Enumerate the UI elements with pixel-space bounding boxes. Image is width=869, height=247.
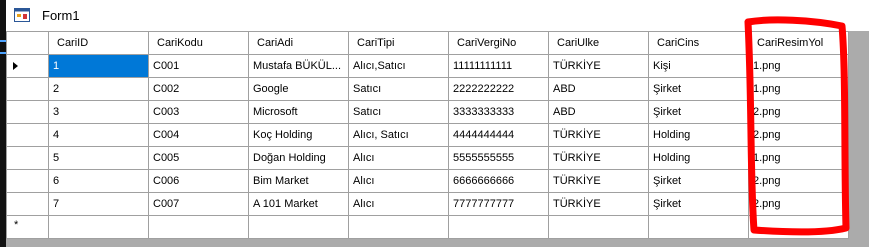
title-bar[interactable]: Form1 — [6, 0, 869, 31]
cell-cariadi[interactable]: Microsoft — [248, 100, 349, 124]
row-header[interactable] — [6, 100, 49, 124]
cell-carikodu[interactable]: C001 — [148, 54, 249, 78]
column-header-cariulke[interactable]: CariUlke — [548, 31, 649, 55]
new-row-cell-cariid[interactable] — [48, 215, 149, 239]
cell-cariulke[interactable]: TÜRKİYE — [548, 123, 649, 147]
row-header[interactable] — [6, 192, 49, 216]
current-row-arrow-icon — [13, 62, 18, 70]
row-header[interactable] — [6, 146, 49, 170]
cell-caricins[interactable]: Holding — [648, 146, 749, 170]
cell-cariid[interactable]: 6 — [48, 169, 149, 193]
cell-carikodu[interactable]: C006 — [148, 169, 249, 193]
cell-carikodu[interactable]: C002 — [148, 77, 249, 101]
new-row-cell-carikodu[interactable] — [148, 215, 249, 239]
window-title: Form1 — [42, 8, 80, 23]
cell-caritipi[interactable]: Alıcı — [348, 192, 449, 216]
cell-carivergino[interactable]: 11111111111 — [448, 54, 549, 78]
cell-caricins[interactable]: Holding — [648, 123, 749, 147]
cell-caricins[interactable]: Kişi — [648, 54, 749, 78]
red-highlight-annotation — [744, 16, 850, 236]
cell-cariulke[interactable]: TÜRKİYE — [548, 54, 649, 78]
cell-cariadi[interactable]: A 101 Market — [248, 192, 349, 216]
column-header-cariadi[interactable]: CariAdi — [248, 31, 349, 55]
data-grid[interactable]: CariID CariKodu CariAdi CariTipi CariVergiNo… — [6, 31, 855, 239]
cell-carivergino[interactable]: 6666666666 — [448, 169, 549, 193]
table-row[interactable]: 4 C004 Koç Holding Alıcı, Satıcı 4444444444 T… — [6, 123, 849, 147]
table-row[interactable]: 6 C006 Bim Market Alıcı 6666666666 TÜRKİYE Şir… — [6, 169, 849, 193]
row-header[interactable] — [6, 77, 49, 101]
cell-cariid[interactable]: 1 — [48, 54, 149, 78]
cell-caritipi[interactable]: Alıcı — [348, 169, 449, 193]
cari-table: CariID CariKodu CariAdi CariTipi CariVergiNo… — [6, 31, 849, 239]
row-header[interactable] — [6, 54, 49, 78]
cell-caritipi[interactable]: Alıcı, Satıcı — [348, 123, 449, 147]
column-header-caritipi[interactable]: CariTipi — [348, 31, 449, 55]
table-row[interactable]: 2 C002 Google Satıcı 2222222222 ABD Şirket 1.pn… — [6, 77, 849, 101]
new-row-cell-caritipi[interactable] — [348, 215, 449, 239]
form-app-icon — [14, 8, 30, 22]
cell-caritipi[interactable]: Alıcı,Satıcı — [348, 54, 449, 78]
cell-cariulke[interactable]: TÜRKİYE — [548, 146, 649, 170]
new-row[interactable]: * — [6, 215, 849, 239]
cell-carikodu[interactable]: C003 — [148, 100, 249, 124]
cell-cariulke[interactable]: ABD — [548, 77, 649, 101]
cell-carikodu[interactable]: C007 — [148, 192, 249, 216]
new-row-star-icon: * — [14, 219, 19, 231]
cell-carivergino[interactable]: 4444444444 — [448, 123, 549, 147]
column-header-cariid[interactable]: CariID — [48, 31, 149, 55]
cell-caritipi[interactable]: Alıcı — [348, 146, 449, 170]
cell-cariadi[interactable]: Mustafa BÜKÜL... — [248, 54, 349, 78]
new-row-header[interactable]: * — [6, 215, 49, 239]
table-row[interactable]: 1 C001 Mustafa BÜKÜL... Alıcı,Satıcı 1111111… — [6, 54, 849, 78]
cell-cariid[interactable]: 2 — [48, 77, 149, 101]
cell-caritipi[interactable]: Satıcı — [348, 100, 449, 124]
row-header[interactable] — [6, 169, 49, 193]
cell-cariadi[interactable]: Koç Holding — [248, 123, 349, 147]
cell-carikodu[interactable]: C005 — [148, 146, 249, 170]
cell-cariid[interactable]: 5 — [48, 146, 149, 170]
new-row-cell-caricins[interactable] — [648, 215, 749, 239]
cell-caricins[interactable]: Şirket — [648, 100, 749, 124]
table-row[interactable]: 7 C007 A 101 Market Alıcı 7777777777 TÜRKİYE Ş… — [6, 192, 849, 216]
cell-carivergino[interactable]: 2222222222 — [448, 77, 549, 101]
header-row: CariID CariKodu CariAdi CariTipi CariVergiNo… — [6, 31, 849, 55]
cell-cariid[interactable]: 3 — [48, 100, 149, 124]
cell-carivergino[interactable]: 3333333333 — [448, 100, 549, 124]
new-row-cell-cariadi[interactable] — [248, 215, 349, 239]
form-window: Form1 CariID CariKodu CariAdi CariTipi CariV… — [0, 0, 869, 247]
cell-cariid[interactable]: 4 — [48, 123, 149, 147]
new-row-cell-carivergino[interactable] — [448, 215, 549, 239]
cell-caricins[interactable]: Şirket — [648, 169, 749, 193]
cell-cariid[interactable]: 7 — [48, 192, 149, 216]
cell-caricins[interactable]: Şirket — [648, 192, 749, 216]
column-header-caricins[interactable]: CariCins — [648, 31, 749, 55]
new-row-cell-cariulke[interactable] — [548, 215, 649, 239]
cell-caritipi[interactable]: Satıcı — [348, 77, 449, 101]
top-left-header-cell[interactable] — [6, 31, 49, 55]
column-header-carikodu[interactable]: CariKodu — [148, 31, 249, 55]
cell-cariulke[interactable]: TÜRKİYE — [548, 192, 649, 216]
table-row[interactable]: 3 C003 Microsoft Satıcı 3333333333 ABD Şirket 2… — [6, 100, 849, 124]
cell-cariadi[interactable]: Doğan Holding — [248, 146, 349, 170]
cell-cariadi[interactable]: Google — [248, 77, 349, 101]
cell-caricins[interactable]: Şirket — [648, 77, 749, 101]
table-row[interactable]: 5 C005 Doğan Holding Alıcı 5555555555 TÜRKİYE… — [6, 146, 849, 170]
cell-carivergino[interactable]: 5555555555 — [448, 146, 549, 170]
cell-carivergino[interactable]: 7777777777 — [448, 192, 549, 216]
cell-cariadi[interactable]: Bim Market — [248, 169, 349, 193]
cell-cariulke[interactable]: TÜRKİYE — [548, 169, 649, 193]
cell-cariulke[interactable]: ABD — [548, 100, 649, 124]
row-header[interactable] — [6, 123, 49, 147]
column-header-carivergino[interactable]: CariVergiNo — [448, 31, 549, 55]
cell-carikodu[interactable]: C004 — [148, 123, 249, 147]
